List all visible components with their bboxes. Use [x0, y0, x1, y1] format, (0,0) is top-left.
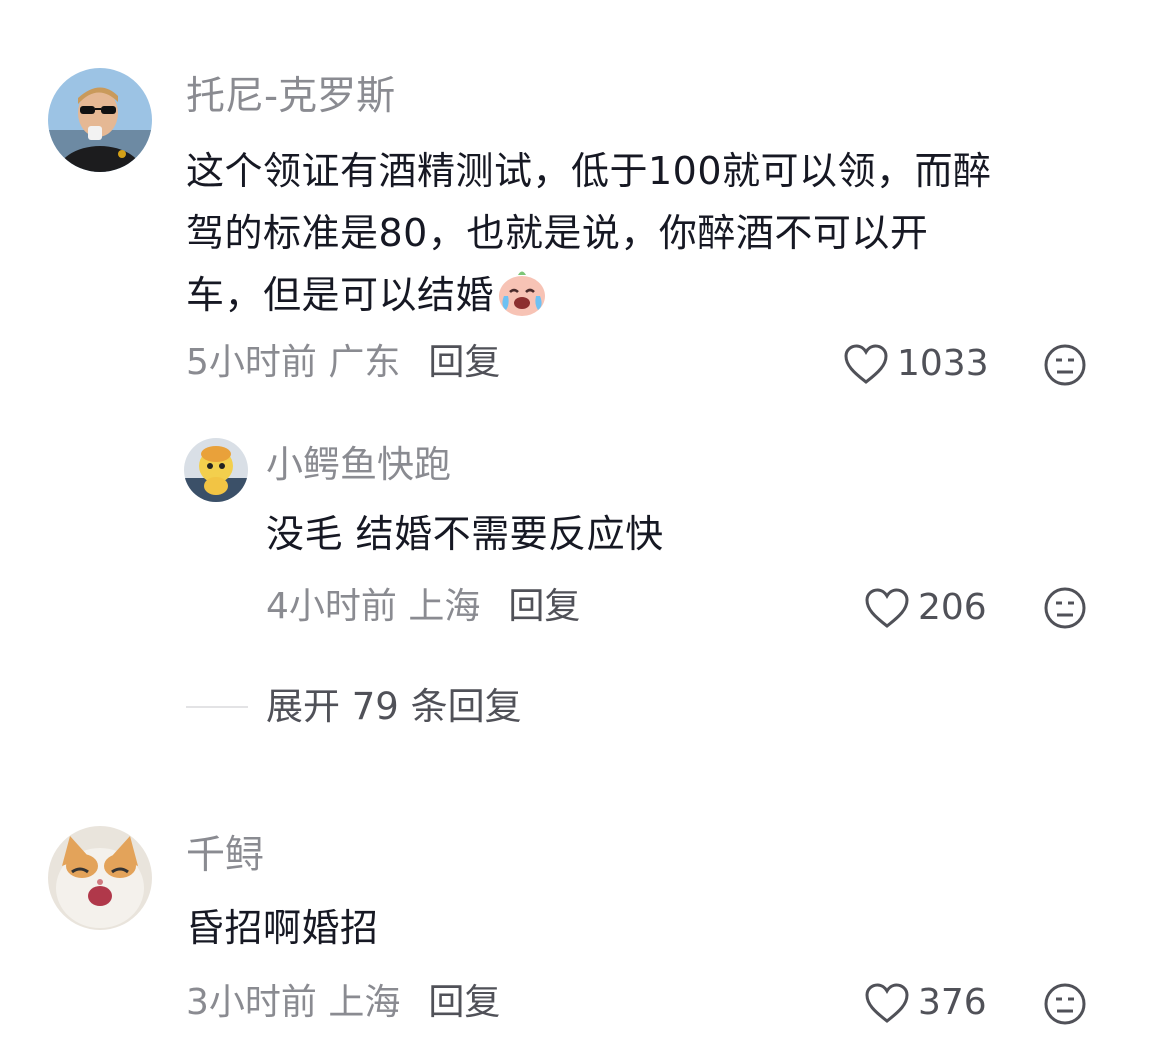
meh-face-icon [1044, 587, 1086, 629]
time-location: 3小时前 上海 [186, 982, 401, 1023]
dislike-button[interactable] [1043, 343, 1087, 391]
username[interactable]: 千鲟 [186, 836, 264, 875]
time-location: 5小时前 广东 [186, 342, 401, 383]
avatar-man-sunglasses-image [48, 68, 152, 172]
avatar-cat-image [48, 826, 152, 930]
like-button[interactable]: 1033 [843, 343, 989, 385]
expand-replies-label: 展开 79 条回复 [266, 685, 522, 728]
reply-button[interactable]: 回复 [428, 342, 500, 383]
comment-text-line: 车，但是可以结婚 [186, 264, 1126, 336]
comment-meta: 5小时前 广东 回复 [186, 345, 500, 381]
comment-text: 昏招啊婚招 [186, 906, 379, 950]
divider-line [186, 705, 248, 708]
heart-outline-icon [865, 588, 909, 628]
username[interactable]: 小鳄鱼快跑 [266, 446, 451, 483]
comment-meta: 4小时前 上海 回复 [266, 589, 580, 625]
comment-text: 这个领证有酒精测试，低于100就可以领，而醉 驾的标准是80，也就是说，你醉酒不… [186, 140, 1126, 336]
comment-text-line-content: 车，但是可以结婚 [186, 273, 495, 317]
like-count: 376 [918, 982, 987, 1023]
dislike-button[interactable] [1043, 982, 1087, 1030]
like-count: 1033 [897, 343, 989, 384]
dislike-button[interactable] [1043, 586, 1087, 634]
avatar-cartoon-image [184, 438, 248, 502]
meh-face-icon [1044, 983, 1086, 1025]
heart-outline-icon [844, 344, 888, 384]
heart-outline-icon [865, 983, 909, 1023]
meh-face-icon [1044, 344, 1086, 386]
like-button[interactable]: 376 [864, 982, 987, 1024]
crying-laughing-emoji-icon [496, 266, 548, 336]
comment-text: 没毛 结婚不需要反应快 [266, 512, 664, 556]
comment-meta: 3小时前 上海 回复 [186, 985, 500, 1021]
time-location: 4小时前 上海 [266, 586, 481, 627]
reply-button[interactable]: 回复 [508, 586, 580, 627]
like-button[interactable]: 206 [864, 587, 987, 629]
comment-text-line: 这个领证有酒精测试，低于100就可以领，而醉 [186, 149, 992, 193]
avatar[interactable] [184, 438, 248, 502]
reply-button[interactable]: 回复 [428, 982, 500, 1023]
like-count: 206 [918, 587, 987, 628]
comment-text-line: 驾的标准是80，也就是说，你醉酒不可以开 [186, 211, 929, 255]
avatar[interactable] [48, 826, 152, 930]
expand-replies-button[interactable]: 展开 79 条回复 [186, 688, 522, 725]
username[interactable]: 托尼-克罗斯 [186, 77, 395, 116]
avatar[interactable] [48, 68, 152, 172]
